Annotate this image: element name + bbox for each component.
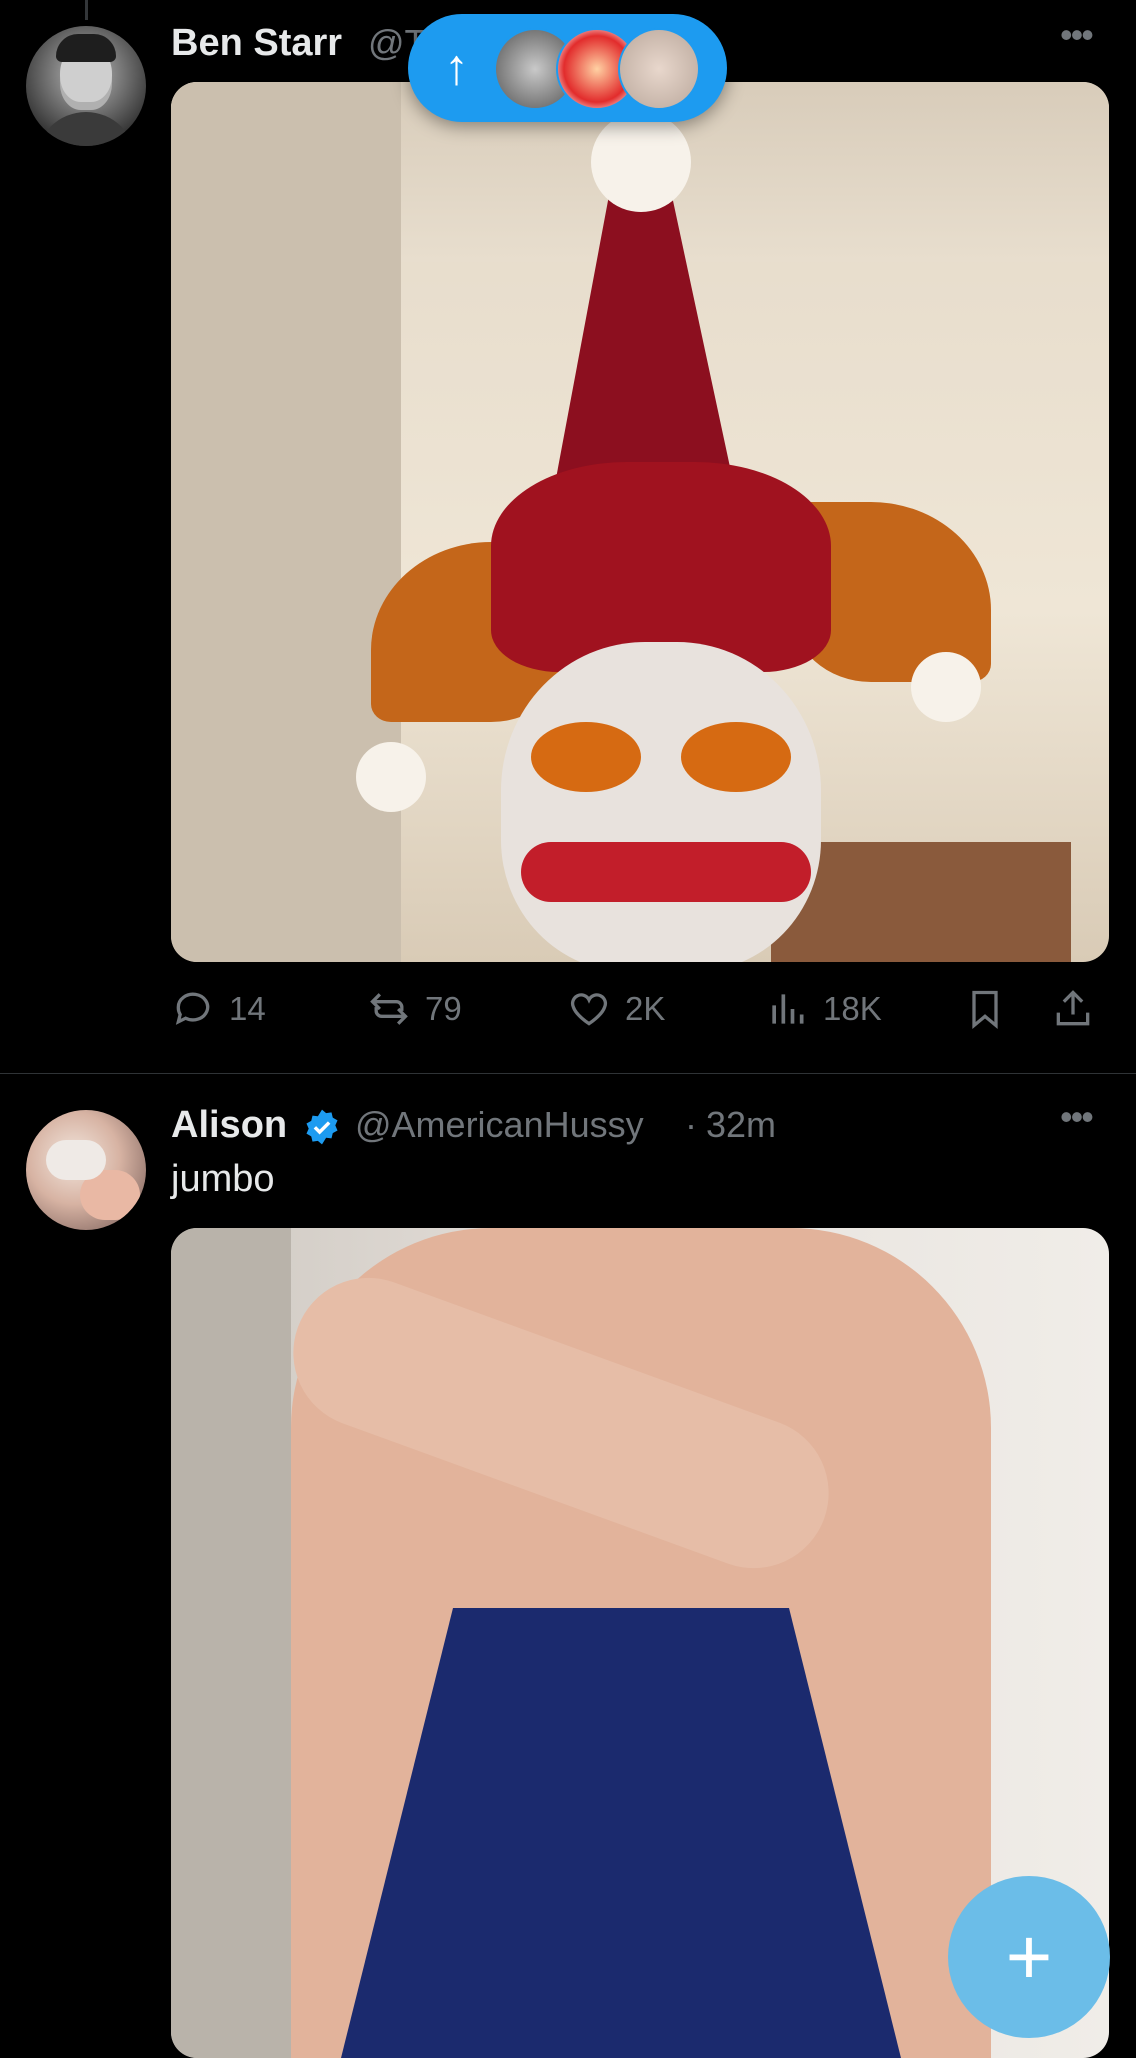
post-text: jumbo <box>171 1158 275 1200</box>
new-posts-pill[interactable]: ↑ <box>408 14 727 122</box>
dot-separator: · <box>685 1104 697 1145</box>
heart-icon <box>570 993 608 1026</box>
post-actions: 14 79 2K 18K <box>171 984 1109 1034</box>
views-button[interactable]: 18K <box>765 984 882 1034</box>
like-count: 2K <box>625 990 666 1027</box>
like-button[interactable]: 2K <box>567 984 665 1034</box>
views-count: 18K <box>823 990 882 1027</box>
bookmark-button[interactable] <box>963 984 1021 1034</box>
author-handle[interactable]: @AmericanHussy <box>355 1104 644 1146</box>
author-name[interactable]: Ben Starr <box>171 22 342 65</box>
post-time[interactable]: 32m <box>706 1104 776 1146</box>
pill-avatar <box>618 28 700 110</box>
repost-button[interactable]: 79 <box>367 984 462 1034</box>
repost-icon <box>370 993 408 1025</box>
post-image[interactable] <box>171 82 1109 962</box>
repost-count: 79 <box>425 990 462 1027</box>
bookmark-icon <box>972 990 998 1030</box>
compose-button[interactable]: + <box>948 1876 1110 2038</box>
avatar[interactable] <box>26 1110 146 1230</box>
arrow-up-icon: ↑ <box>444 39 469 95</box>
share-button[interactable] <box>1051 984 1109 1034</box>
reply-button[interactable]: 14 <box>171 984 266 1034</box>
verified-badge-icon <box>306 1109 338 1145</box>
views-chart-icon <box>772 994 804 1024</box>
share-icon <box>1056 990 1090 1026</box>
more-options-icon[interactable]: ••• <box>1060 14 1094 56</box>
plus-icon: + <box>1005 1912 1053 2001</box>
reply-icon <box>175 992 210 1025</box>
author-name[interactable]: Alison <box>171 1104 287 1147</box>
post-ben-starr[interactable]: Ben Starr @T ••• 14 79 2K 18K <box>0 0 1136 1074</box>
more-options-icon[interactable]: ••• <box>1060 1096 1094 1138</box>
avatar[interactable] <box>26 26 146 146</box>
reply-count: 14 <box>229 990 266 1027</box>
